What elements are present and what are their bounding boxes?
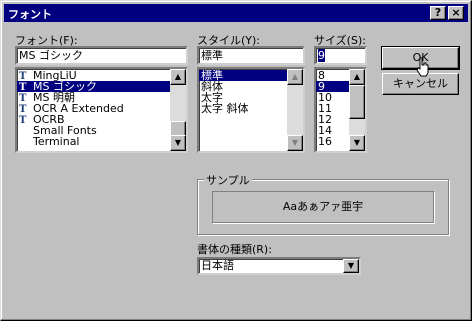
- font-name-input[interactable]: MS ゴシック: [15, 46, 188, 65]
- style-input[interactable]: 標準: [197, 46, 305, 65]
- size-list-scrollbar[interactable]: ▲ ▼: [349, 69, 365, 151]
- scroll-down-icon: ▼: [287, 135, 303, 151]
- script-value: 日本語: [201, 259, 234, 272]
- scroll-up-icon[interactable]: ▲: [170, 69, 186, 85]
- font-list[interactable]: T MingLiU T MS ゴシック T MS 明朝 T OCR A Extended T OC…: [15, 67, 188, 153]
- title-bar[interactable]: フォント ? ×: [4, 4, 468, 22]
- window-title: フォント: [8, 8, 52, 21]
- sample-text: Aaあぁアァ亜宇: [282, 200, 364, 213]
- size-input-value: 9: [318, 49, 325, 62]
- help-button[interactable]: ?: [430, 6, 446, 20]
- font-dialog: フォント ? × フォント(F): MS ゴシック T MingLiU T MS ゴシ…: [0, 0, 472, 321]
- close-button[interactable]: ×: [448, 6, 464, 20]
- hand-cursor-icon: [416, 57, 429, 77]
- list-item-label: Terminal: [33, 135, 80, 148]
- scroll-up-icon[interactable]: ▲: [349, 69, 365, 85]
- size-list[interactable]: 8 9 10 11 12 14 16 ▲ ▼: [314, 67, 367, 153]
- scroll-up-icon: ▲: [287, 69, 303, 85]
- font-list-scrollbar[interactable]: ▲ ▼: [170, 69, 186, 151]
- list-item-label: 太字 斜体: [201, 102, 249, 115]
- list-item[interactable]: Terminal: [17, 136, 186, 147]
- scroll-down-icon[interactable]: ▼: [170, 135, 186, 151]
- scroll-thumb[interactable]: [349, 85, 365, 119]
- script-label: 書体の種類(R):: [197, 243, 272, 256]
- size-input[interactable]: 9: [314, 46, 367, 65]
- sample-label: サンプル: [204, 172, 252, 188]
- list-item-label: 16: [318, 135, 332, 148]
- scroll-down-icon[interactable]: ▼: [349, 135, 365, 151]
- chevron-down-icon[interactable]: ▼: [343, 259, 359, 273]
- sample-preview: Aaあぁアァ亜宇: [212, 191, 434, 223]
- script-select[interactable]: 日本語 ▼: [197, 257, 361, 275]
- style-list[interactable]: 標準 斜体 太字 太字 斜体 ▲ ▼: [197, 67, 305, 153]
- style-list-scrollbar[interactable]: ▲ ▼: [287, 69, 303, 151]
- sample-group: サンプル Aaあぁアァ亜宇: [197, 172, 449, 235]
